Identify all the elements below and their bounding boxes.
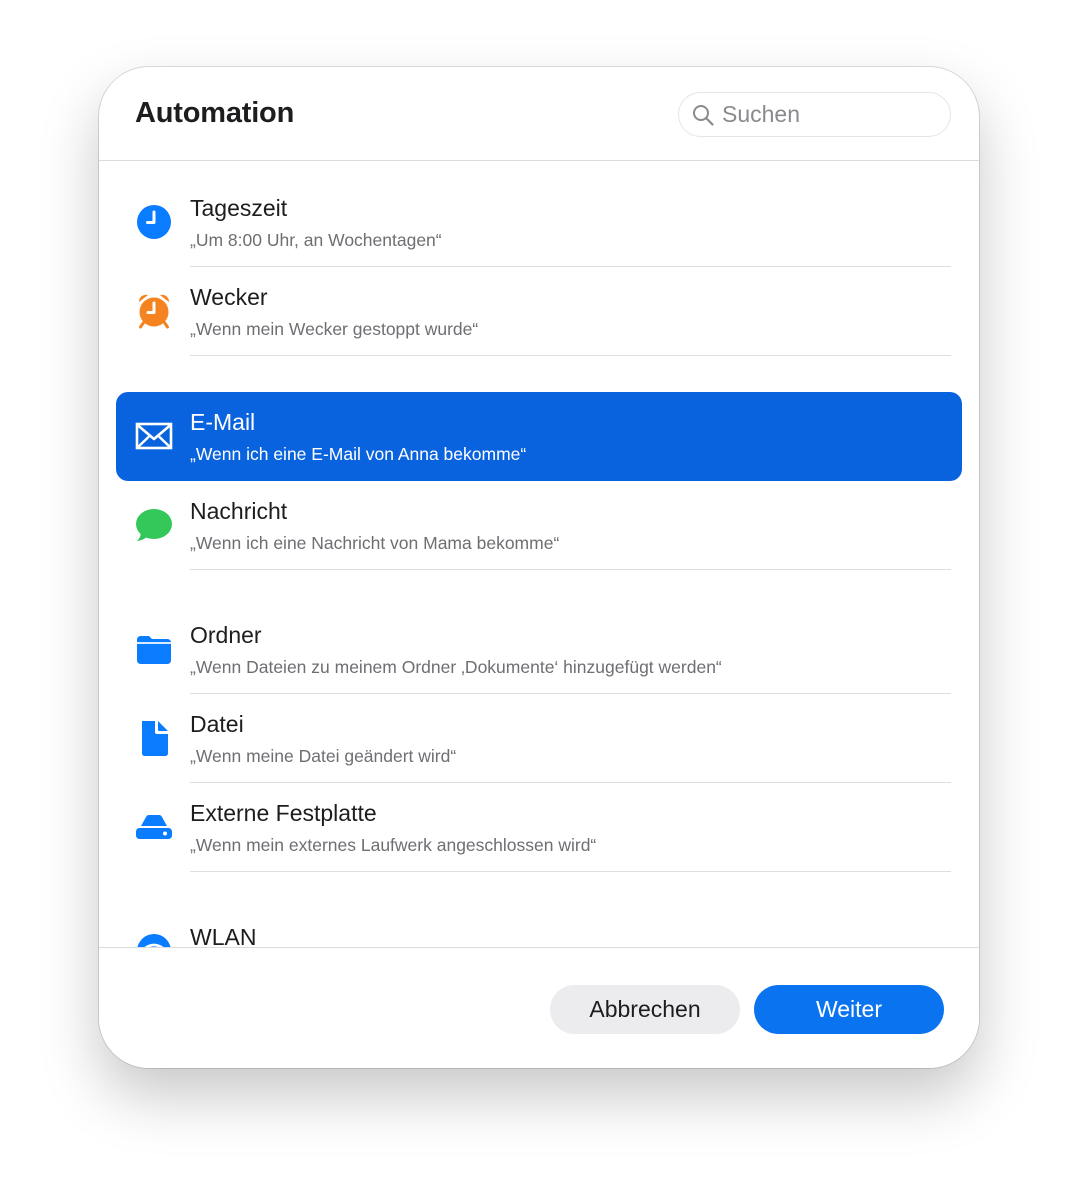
external-drive-icon xyxy=(135,808,173,846)
item-label: WLAN xyxy=(190,924,257,947)
item-description: „Wenn ich eine Nachricht von Mama bekomm… xyxy=(190,533,560,553)
trigger-list[interactable]: Tageszeit „Um 8:00 Uhr, an Wochentagen“ … xyxy=(99,161,979,947)
item-label: Tageszeit xyxy=(190,195,288,221)
list-item-tageszeit[interactable]: Tageszeit „Um 8:00 Uhr, an Wochentagen“ xyxy=(99,178,979,267)
document-icon xyxy=(135,719,173,757)
wifi-icon xyxy=(135,932,173,947)
alarm-clock-icon xyxy=(135,292,173,330)
list-item-wlan[interactable]: WLAN xyxy=(99,907,979,947)
envelope-icon xyxy=(135,417,173,455)
folder-icon xyxy=(135,630,173,668)
list-item-externe-festplatte[interactable]: Externe Festplatte „Wenn mein externes L… xyxy=(99,783,979,872)
item-description: „Um 8:00 Uhr, an Wochentagen“ xyxy=(190,230,442,250)
clock-icon xyxy=(135,203,173,241)
item-label: Ordner xyxy=(190,622,262,648)
search-field[interactable] xyxy=(678,92,951,137)
separator xyxy=(190,355,951,356)
search-icon xyxy=(692,104,714,126)
item-description: „Wenn meine Datei geändert wird“ xyxy=(190,746,457,766)
item-label: Externe Festplatte xyxy=(190,800,377,826)
message-bubble-icon xyxy=(135,506,173,544)
list-item-ordner[interactable]: Ordner „Wenn Dateien zu meinem Ordner ‚D… xyxy=(99,605,979,694)
item-label: E-Mail xyxy=(190,409,256,435)
dialog-footer: Abbrechen Weiter xyxy=(99,947,979,1068)
item-description: „Wenn Dateien zu meinem Ordner ‚Dokument… xyxy=(190,657,722,677)
item-description: „Wenn mein Wecker gestoppt wurde“ xyxy=(190,319,479,339)
next-button[interactable]: Weiter xyxy=(754,985,944,1034)
item-description: „Wenn mein externes Laufwerk angeschloss… xyxy=(190,835,597,855)
item-label: Wecker xyxy=(190,284,268,310)
automation-dialog: Automation Tageszeit „Um 8:00 Uhr, an Wo… xyxy=(99,67,979,1068)
list-item-email[interactable]: E-Mail „Wenn ich eine E-Mail von Anna be… xyxy=(116,392,962,481)
list-item-datei[interactable]: Datei „Wenn meine Datei geändert wird“ xyxy=(99,694,979,783)
list-item-wecker[interactable]: Wecker „Wenn mein Wecker gestoppt wurde“ xyxy=(99,267,979,356)
item-label: Datei xyxy=(190,711,244,737)
separator xyxy=(190,871,951,872)
item-label: Nachricht xyxy=(190,498,288,524)
search-input[interactable] xyxy=(722,93,942,136)
dialog-title: Automation xyxy=(135,97,295,129)
cancel-button[interactable]: Abbrechen xyxy=(550,985,740,1034)
item-description: „Wenn ich eine E-Mail von Anna bekomme“ xyxy=(190,444,527,464)
list-item-nachricht[interactable]: Nachricht „Wenn ich eine Nachricht von M… xyxy=(99,481,979,570)
separator xyxy=(190,569,951,570)
dialog-header: Automation xyxy=(99,67,979,161)
